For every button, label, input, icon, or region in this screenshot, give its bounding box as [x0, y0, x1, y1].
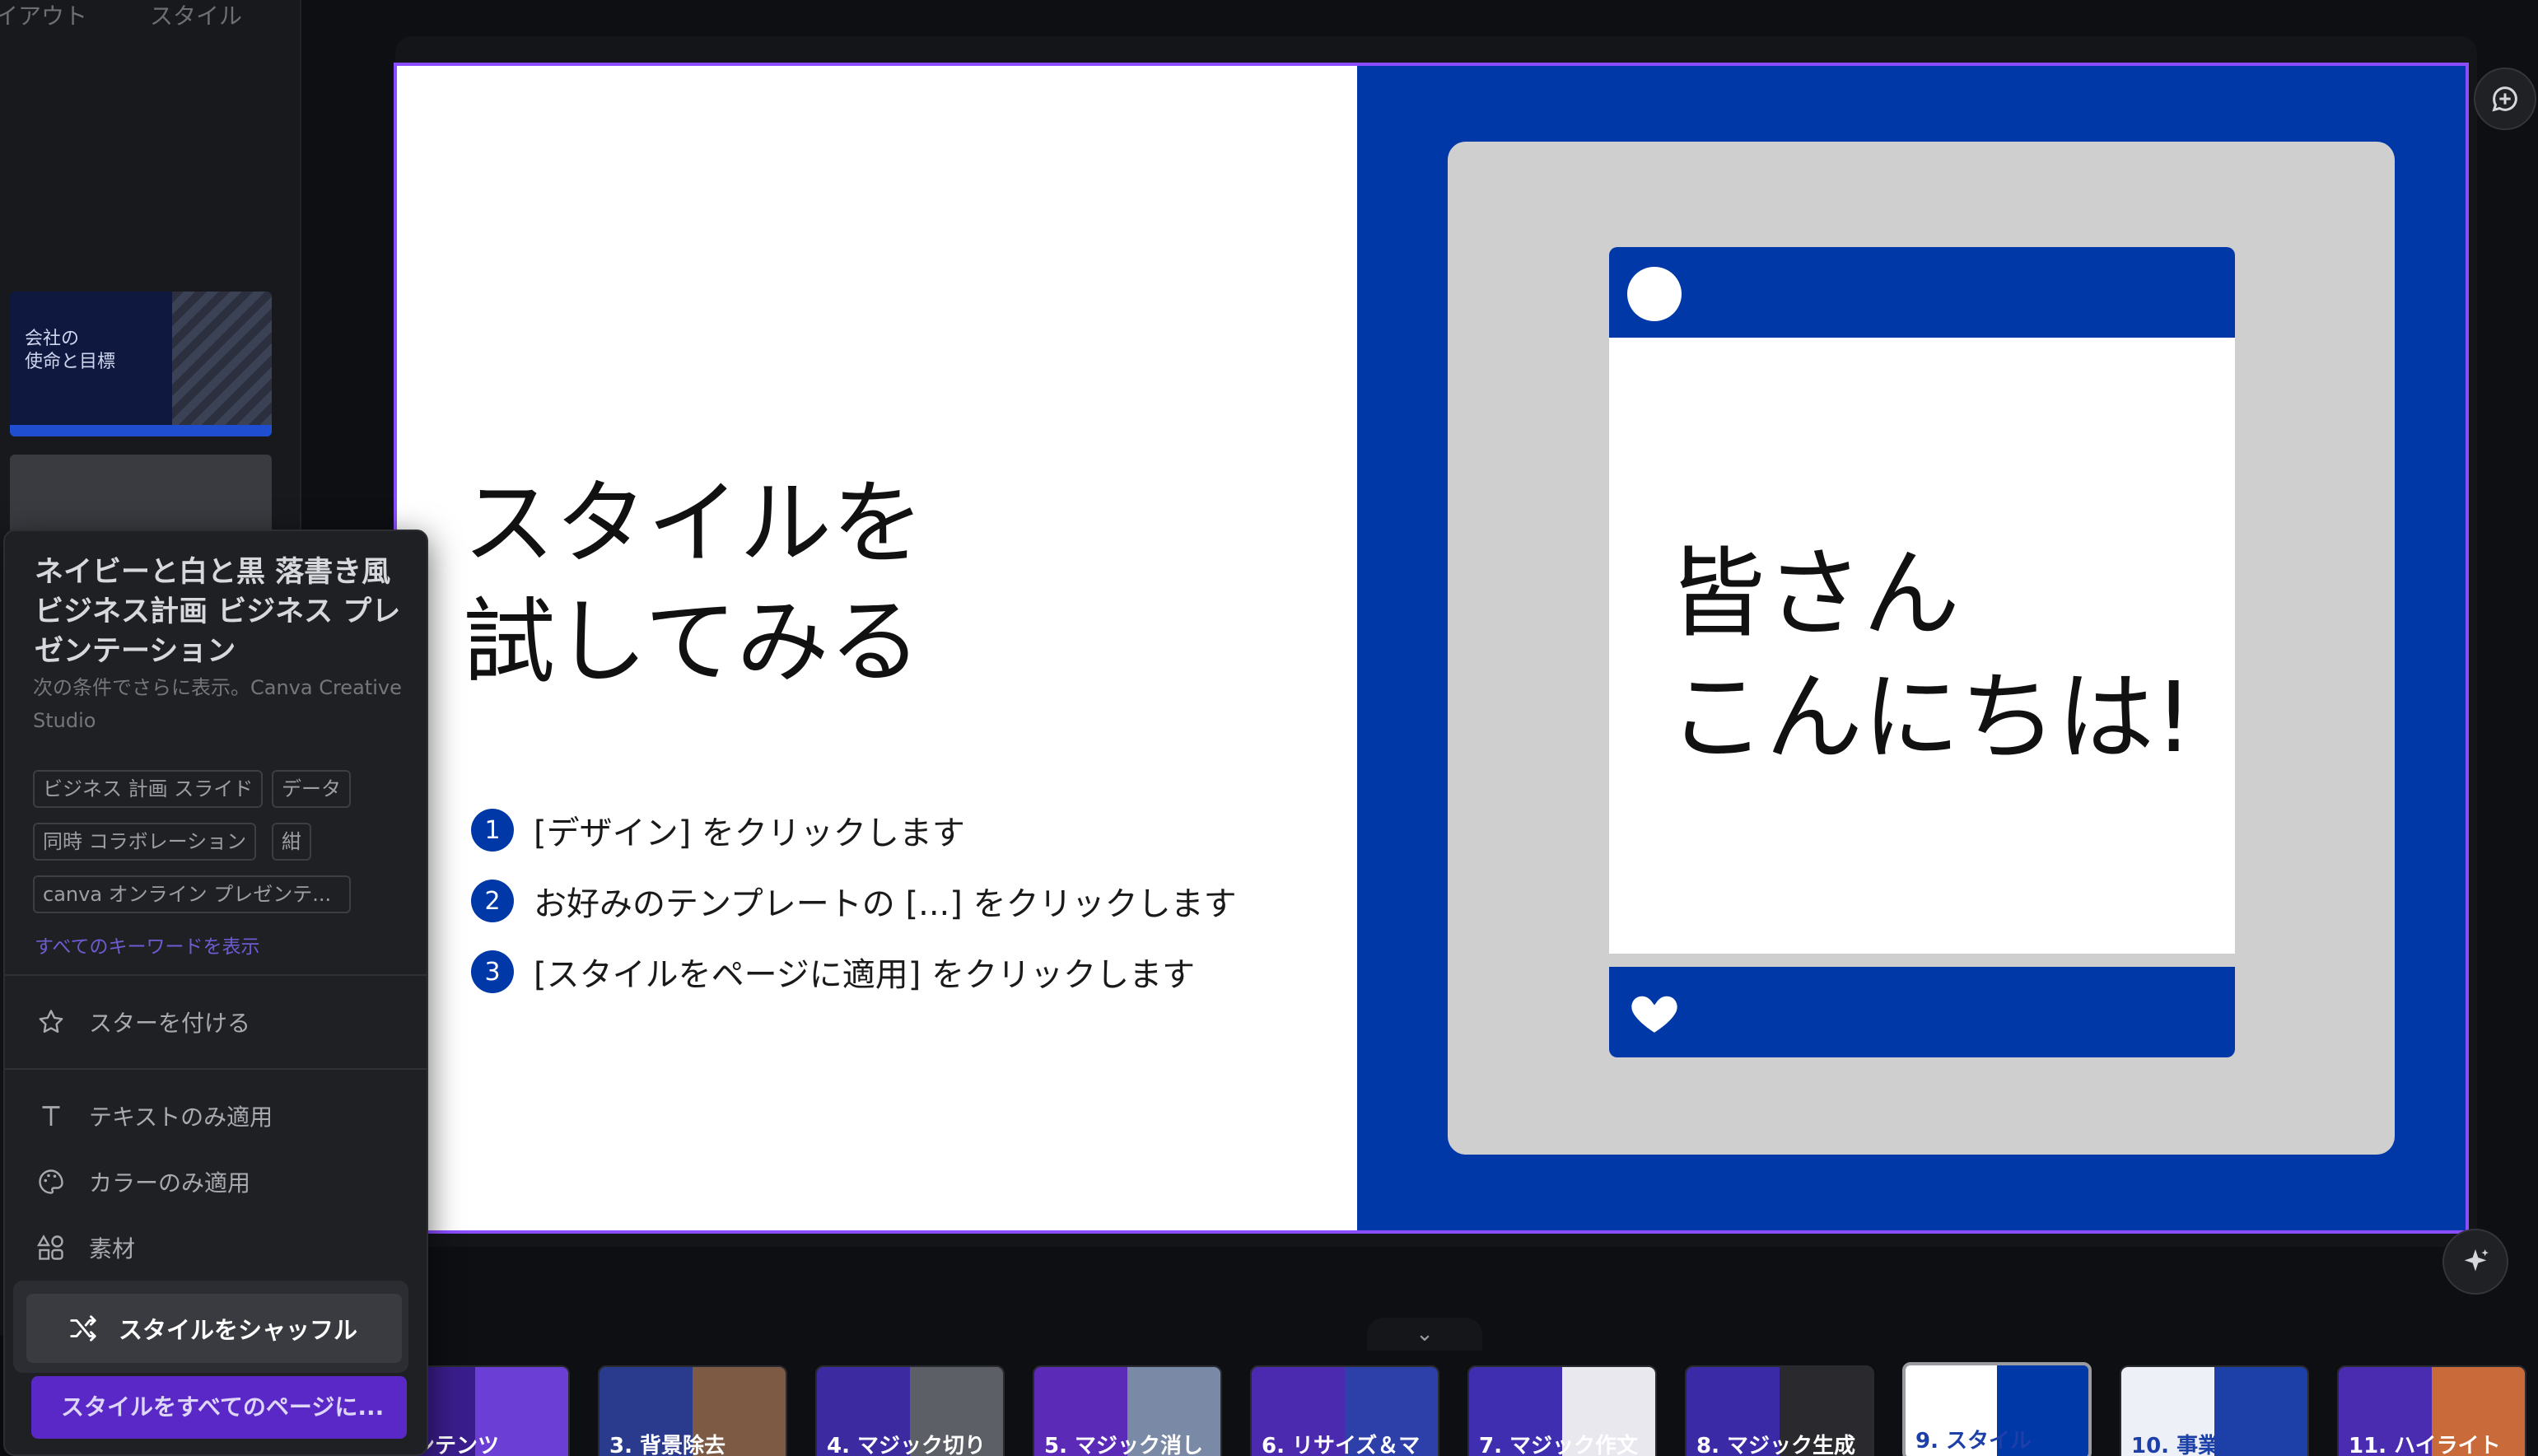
page-thumbnail[interactable]: 5. マジック消し	[1033, 1365, 1222, 1456]
divider	[5, 974, 427, 976]
page-thumbnail[interactable]: 11. ハイライト	[2337, 1365, 2526, 1456]
comment-add-icon	[2492, 86, 2517, 112]
keyword-chip[interactable]: データ	[272, 770, 351, 808]
avatar-circle-icon	[1627, 267, 1682, 321]
step-number: 3	[471, 950, 514, 993]
thumbnail-label: 7. マジック作文	[1479, 1434, 1639, 1456]
step-item[interactable]: 3 [スタイルをページに適用] をクリックします	[471, 949, 1195, 995]
step-number: 2	[471, 880, 514, 922]
step-text: [スタイルをページに適用] をクリックします	[534, 956, 1196, 994]
menu-item-label: カラーのみ適用	[89, 1169, 251, 1197]
shuffle-icon	[70, 1315, 96, 1342]
step-text: お好みのテンプレートの [...] をクリックします	[534, 885, 1237, 923]
template-band	[10, 425, 272, 436]
greeting-text[interactable]: 皆さん こんにちは!	[1668, 532, 2193, 779]
magic-assistant-button[interactable]	[2442, 1229, 2508, 1295]
shapes-icon	[35, 1231, 68, 1264]
step-text: [デザイン] をクリックします	[534, 814, 965, 852]
thumbnail-label: 10. 事業計画	[2131, 1434, 2263, 1456]
text-icon	[35, 1099, 68, 1132]
shuffle-style-button[interactable]: スタイルをシャッフル	[26, 1294, 402, 1363]
thumbnail-label: 5. マジック消し	[1044, 1434, 1204, 1456]
page-thumbnail[interactable]: 3. 背景除去	[598, 1365, 787, 1456]
thumbnail-label: 9. スタイル	[1915, 1429, 2032, 1454]
apply-color-only-menu-item[interactable]: カラーのみ適用	[35, 1162, 250, 1202]
chevron-down-icon: ⌄	[1416, 1322, 1434, 1346]
side-tabs: イアウト スタイル	[0, 0, 301, 31]
collapse-filmstrip-button[interactable]: ⌄	[1367, 1318, 1482, 1351]
template-title: ネイビーと白と黒 落書き風 ビジネス計画 ビジネス プレゼンテーション	[35, 556, 401, 668]
card-divider	[1609, 954, 2235, 967]
comment-add-button[interactable]	[2474, 68, 2536, 130]
keyword-chip[interactable]: 紺	[272, 823, 311, 861]
menu-item-label: テキストのみ適用	[89, 1104, 273, 1131]
thumbnail-label: 11. ハイライト	[2349, 1434, 2501, 1456]
step-item[interactable]: 2 お好みのテンプレートの [...] をクリックします	[471, 878, 1237, 924]
sparkle-icon	[2464, 1249, 2489, 1272]
template-card[interactable]: 会社の 使命と目標	[10, 292, 272, 436]
menu-item-label: 素材	[89, 1235, 136, 1262]
page-thumbnail[interactable]: 4. マジック切り	[815, 1365, 1005, 1456]
template-card-2[interactable]	[10, 455, 272, 537]
thumbnail-label: 3. 背景除去	[609, 1434, 726, 1456]
tab-style[interactable]: スタイル	[150, 0, 242, 31]
card-header	[1609, 247, 2235, 338]
page-thumbnail[interactable]: 7. マジック作文	[1467, 1365, 1657, 1456]
page-thumbnail[interactable]: 9. スタイル	[1902, 1362, 2092, 1456]
heart-icon	[1631, 996, 1677, 1033]
card-footer	[1609, 967, 2235, 1057]
keyword-chip[interactable]: 同時 コラボレーション	[33, 823, 257, 861]
keyword-chip[interactable]: ビジネス 計画 スライド	[33, 770, 264, 808]
page-thumbnail[interactable]: 10. 事業計画	[2120, 1365, 2309, 1456]
page-thumbnail[interactable]: 8. マジック生成	[1685, 1365, 1874, 1456]
thumbnail-label: 8. マジック生成	[1696, 1434, 1856, 1456]
apply-text-only-menu-item[interactable]: テキストのみ適用	[35, 1096, 273, 1136]
apply-style-all-pages-button[interactable]: スタイルをすべてのページに...	[31, 1376, 407, 1439]
tab-layout[interactable]: イアウト	[0, 0, 87, 31]
shuffle-label: スタイルをシャッフル	[119, 1316, 358, 1344]
template-card-title: 会社の 使命と目標	[25, 329, 116, 372]
template-style-menu: ネイビーと白と黒 落書き風 ビジネス計画 ビジネス プレゼンテーション 次の条件…	[3, 530, 428, 1456]
page-thumbnail[interactable]: 6. リサイズ＆マ	[1250, 1365, 1439, 1456]
star-icon	[35, 1006, 68, 1038]
step-item[interactable]: 1 [デザイン] をクリックします	[471, 807, 965, 853]
keyword-chip[interactable]: canva オンライン プレゼンテ...	[33, 875, 351, 913]
social-post-card[interactable]: 皆さん こんにちは!	[1609, 247, 2235, 1057]
divider	[5, 1068, 427, 1070]
slide-title[interactable]: スタイルを 試してみる	[463, 464, 1204, 702]
step-number: 1	[471, 809, 514, 852]
thumbnail-label: 6. リサイズ＆マ	[1262, 1434, 1421, 1456]
show-all-keywords-link[interactable]: すべてのキーワードを表示	[35, 931, 259, 959]
apply-elements-menu-item[interactable]: 素材	[35, 1228, 135, 1267]
thumbnail-label: 4. マジック切り	[827, 1434, 987, 1456]
menu-item-label: スターを付ける	[89, 1010, 251, 1037]
template-image	[172, 292, 272, 436]
slide[interactable]: スタイルを 試してみる 1 [デザイン] をクリックします 2 お好みのテンプレ…	[394, 63, 2469, 1234]
palette-icon	[35, 1165, 68, 1198]
template-subtitle: 次の条件でさらに表示。Canva Creative Studio	[33, 676, 402, 732]
star-menu-item[interactable]: スターを付ける	[35, 1002, 250, 1042]
editor-root: イアウト スタイル 会社の 使命と目標 スタイルを 試してみる 1 [デザイン]…	[0, 0, 2538, 1456]
